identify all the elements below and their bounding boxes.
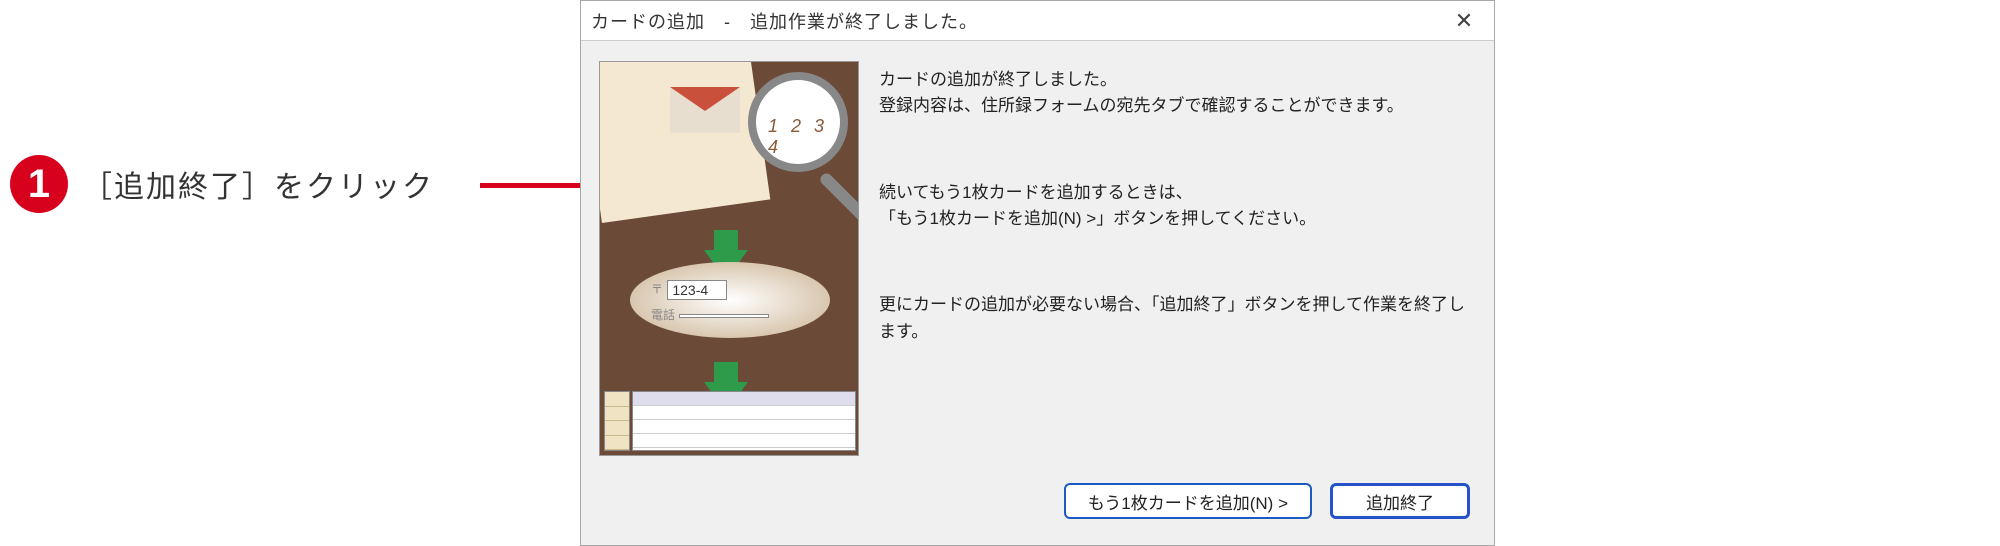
instruction-text: ［追加終了］をクリック <box>82 162 434 206</box>
done-line2: 登録内容は、住所録フォームの宛先タブで確認することができます。 <box>879 93 1476 119</box>
dialog-title: カードの追加 - 追加作業が終了しました。 <box>591 8 1444 34</box>
dialog-footer: もう1枚カードを追加(N) > 追加終了 <box>581 473 1494 545</box>
postal-label: 〒 <box>650 280 664 297</box>
add-card-dialog: カードの追加 - 追加作業が終了しました。 ✕ 1 2 3 4 録 〒 123-… <box>580 0 1495 546</box>
message-area: カードの追加が終了しました。 登録内容は、住所録フォームの宛先タブで確認すること… <box>879 61 1476 459</box>
instruction-callout: 1 ［追加終了］をクリック <box>10 155 434 213</box>
done-line1: カードの追加が終了しました。 <box>879 67 1476 93</box>
close-button[interactable]: ✕ <box>1444 6 1484 36</box>
phone-label: 電話 <box>650 306 676 323</box>
phone-input <box>679 314 769 318</box>
finish-line: 更にカードの追加が必要ない場合、「追加終了」ボタンを押して作業を終了します。 <box>879 292 1476 345</box>
table-graphic <box>632 391 856 451</box>
done-message: カードの追加が終了しました。 登録内容は、住所録フォームの宛先タブで確認すること… <box>879 67 1476 120</box>
dialog-content: 1 2 3 4 録 〒 123-4 電話 <box>581 41 1494 473</box>
magnifier-numbers: 1 2 3 4 <box>768 116 840 158</box>
continue-line1: 続いてもう1枚カードを追加するときは、 <box>879 180 1476 206</box>
titlebar: カードの追加 - 追加作業が終了しました。 ✕ <box>581 1 1494 41</box>
magnifier-kanji: 録 <box>850 124 859 146</box>
finish-message: 更にカードの追加が必要ない場合、「追加終了」ボタンを押して作業を終了します。 <box>879 292 1476 345</box>
finish-button[interactable]: 追加終了 <box>1330 483 1470 519</box>
add-more-button[interactable]: もう1枚カードを追加(N) > <box>1064 483 1312 519</box>
continue-message: 続いてもう1枚カードを追加するときは、 「もう1枚カードを追加(N) >」ボタン… <box>879 180 1476 233</box>
close-icon: ✕ <box>1455 8 1473 34</box>
paper-graphic <box>599 61 770 223</box>
postal-input: 123-4 <box>667 280 727 300</box>
step-badge: 1 <box>10 155 68 213</box>
continue-line2: 「もう1枚カードを追加(N) >」ボタンを押してください。 <box>879 206 1476 232</box>
table-side-graphic <box>604 391 630 451</box>
sample-form: 〒 123-4 電話 <box>650 280 769 323</box>
wizard-image: 1 2 3 4 録 〒 123-4 電話 <box>599 61 859 456</box>
envelope-graphic <box>670 87 740 133</box>
magnifier-icon: 1 2 3 4 <box>748 72 848 172</box>
